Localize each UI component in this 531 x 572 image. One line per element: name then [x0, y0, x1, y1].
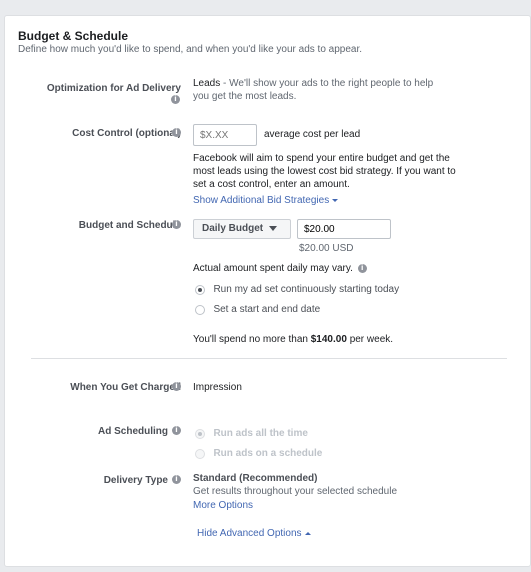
budget-type-dropdown[interactable]: Daily Budget — [193, 219, 291, 239]
section-subtitle: Define how much you'd like to spend, and… — [18, 44, 363, 55]
optimization-label: Optimization for Ad Delivery — [47, 83, 181, 94]
info-icon[interactable]: i — [172, 475, 181, 484]
delivery-description: Get results throughout your selected sch… — [193, 486, 398, 497]
charged-label-text: When You Get Charged — [70, 382, 181, 393]
scheduling-option-schedule[interactable]: Run ads on a schedule — [195, 445, 322, 463]
optimization-label-text: Optimization for Ad Delivery — [46, 83, 181, 94]
info-icon[interactable]: i — [357, 263, 367, 273]
scheduling-label-text: Ad Scheduling — [98, 426, 168, 437]
caret-up-icon — [304, 531, 311, 535]
cost-control-description: Facebook will aim to spend your entire b… — [193, 152, 513, 191]
budget-schedule-panel: Budget & Schedule Define how much you'd … — [4, 15, 531, 567]
info-icon[interactable]: i — [172, 220, 181, 229]
cost-control-label-text: Cost Control (optional) — [72, 128, 181, 139]
info-icon[interactable]: i — [172, 128, 181, 137]
info-icon[interactable]: i — [172, 426, 181, 435]
scheduling-option-all-time[interactable]: Run ads all the time — [195, 425, 308, 443]
budget-vary-note-row: Actual amount spent daily may vary. i — [193, 262, 367, 275]
optimization-desc-line1: - We'll show your ads to the right peopl… — [223, 78, 434, 89]
radio-label: Set a start and end date — [213, 304, 321, 316]
radio-button[interactable] — [195, 284, 205, 295]
charged-value: Impression — [193, 382, 242, 393]
budget-vary-note: Actual amount spent daily may vary. — [193, 263, 353, 274]
delivery-label-text: Delivery Type — [103, 475, 168, 486]
budget-label: Budget and Schedule — [79, 220, 181, 231]
budget-amount-note: $20.00 USD — [299, 243, 354, 254]
info-icon[interactable]: i — [172, 382, 181, 391]
advanced-link-label: Hide Advanced Options — [197, 528, 302, 539]
bid-link-label: Show Additional Bid Strategies — [193, 195, 330, 206]
spend-prefix: You'll spend no more than — [193, 334, 308, 345]
budget-type-label: Daily Budget — [202, 223, 264, 234]
info-icon[interactable]: i — [171, 95, 180, 104]
radio-label: Run my ad set continuously starting toda… — [213, 284, 400, 296]
spend-suffix: per week. — [349, 334, 394, 345]
cost-control-label: Cost Control (optional) — [72, 128, 181, 139]
cost-control-suffix: average cost per lead — [264, 129, 361, 140]
hide-advanced-options-link[interactable]: Hide Advanced Options — [197, 528, 311, 539]
optimization-description: Leads - We'll show your ads to the right… — [193, 77, 483, 103]
cost-desc-line: most leads using the lowest cost bid str… — [193, 166, 456, 177]
charged-label: When You Get Charged — [70, 382, 181, 393]
section-divider — [31, 358, 507, 359]
radio-button[interactable] — [195, 304, 205, 315]
radio-label: Run ads all the time — [213, 428, 308, 440]
radio-button[interactable] — [195, 428, 205, 439]
spend-amount: $140.00 — [310, 334, 347, 345]
caret-down-icon — [332, 198, 339, 202]
delivery-label: Delivery Type — [104, 475, 168, 486]
scheduling-label: Ad Scheduling — [98, 426, 168, 437]
section-title: Budget & Schedule — [18, 29, 129, 43]
cost-desc-line: set a cost control, enter an amount. — [193, 179, 350, 190]
budget-option-dates[interactable]: Set a start and end date — [195, 301, 320, 319]
delivery-value: Standard (Recommended) — [193, 473, 318, 484]
cost-control-input[interactable] — [193, 124, 257, 146]
budget-label-text: Budget and Schedule — [78, 220, 181, 231]
radio-button[interactable] — [195, 448, 205, 459]
budget-amount-input[interactable] — [297, 219, 391, 239]
budget-option-continuous[interactable]: Run my ad set continuously starting toda… — [195, 281, 399, 299]
more-options-link[interactable]: More Options — [193, 500, 253, 511]
optimization-value: Leads — [193, 78, 221, 89]
show-bid-strategies-link[interactable]: Show Additional Bid Strategies — [193, 195, 339, 206]
optimization-desc-line2: you get the most leads. — [193, 91, 297, 102]
radio-label: Run ads on a schedule — [213, 448, 323, 460]
caret-down-icon — [269, 225, 278, 231]
weekly-spend-note: You'll spend no more than $140.00 per we… — [193, 333, 393, 346]
cost-desc-line: Facebook will aim to spend your entire b… — [193, 153, 450, 164]
